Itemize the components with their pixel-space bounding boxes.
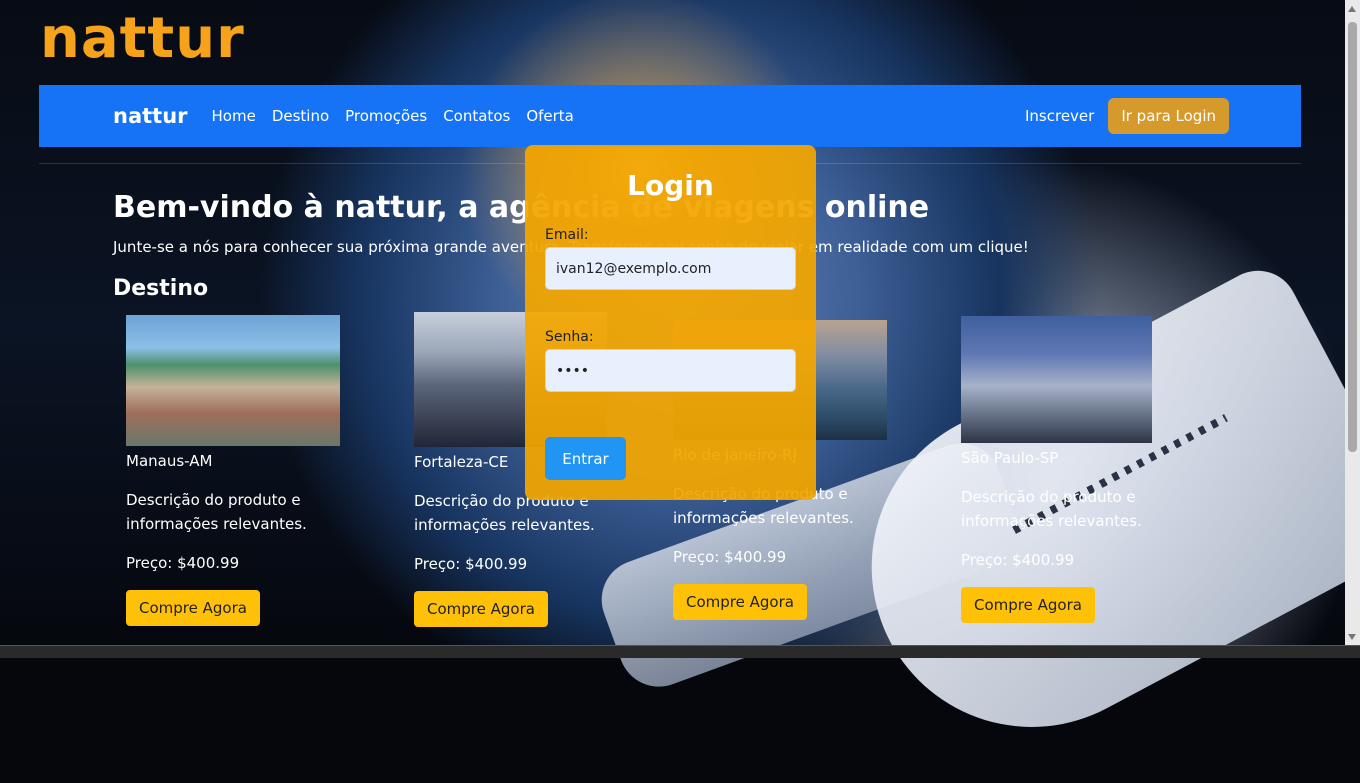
nav-link-contatos[interactable]: Contatos xyxy=(443,107,510,125)
navbar-brand[interactable]: nattur xyxy=(113,104,188,128)
destination-price: Preço: $400.99 xyxy=(961,551,1075,569)
nav-link-destino[interactable]: Destino xyxy=(272,107,329,125)
scrollbar-thumb[interactable] xyxy=(1348,22,1357,452)
nav-link-promocoes[interactable]: Promoções xyxy=(345,107,427,125)
destination-card-saopaulo: São Paulo-SP Descrição do produto e info… xyxy=(961,316,1161,623)
subscribe-link[interactable]: Inscrever xyxy=(1025,107,1094,125)
section-title-destino: Destino xyxy=(113,276,209,301)
destination-description: Descrição do produto e informações relev… xyxy=(961,488,1142,530)
buy-now-button[interactable]: Compre Agora xyxy=(126,590,260,626)
site-logo: nattur xyxy=(40,6,245,71)
buy-now-button[interactable]: Compre Agora xyxy=(961,587,1095,623)
navbar: nattur Home Destino Promoções Contatos O… xyxy=(39,85,1301,147)
scroll-down-arrow-icon[interactable] xyxy=(1348,634,1356,640)
nav-link-oferta[interactable]: Oferta xyxy=(526,107,574,125)
nav-link-home[interactable]: Home xyxy=(212,107,256,125)
email-label: Email: xyxy=(545,227,589,243)
buy-now-button[interactable]: Compre Agora xyxy=(414,591,548,627)
destination-price: Preço: $400.99 xyxy=(126,554,240,572)
login-panel: Login Email: Senha: Entrar xyxy=(525,145,816,500)
destination-name: Manaus-AM xyxy=(126,452,213,470)
destination-photo xyxy=(961,316,1152,443)
destination-description: Descrição do produto e informações relev… xyxy=(126,491,307,533)
destination-name: São Paulo-SP xyxy=(961,449,1059,467)
password-label: Senha: xyxy=(545,329,594,345)
destination-photo xyxy=(126,315,340,446)
login-title: Login xyxy=(627,169,714,202)
password-field[interactable] xyxy=(545,349,796,392)
go-to-login-button[interactable]: Ir para Login xyxy=(1108,98,1229,134)
email-field[interactable] xyxy=(545,247,796,290)
login-submit-button[interactable]: Entrar xyxy=(545,437,626,480)
destination-price: Preço: $400.99 xyxy=(414,555,528,573)
destination-card-manaus: Manaus-AM Descrição do produto e informa… xyxy=(126,315,340,626)
scroll-up-arrow-icon[interactable] xyxy=(1348,6,1356,12)
bottom-bar xyxy=(0,645,1360,658)
destination-price: Preço: $400.99 xyxy=(673,548,787,566)
buy-now-button[interactable]: Compre Agora xyxy=(673,584,807,620)
vertical-scrollbar[interactable] xyxy=(1345,0,1360,646)
navbar-right: Inscrever Ir para Login xyxy=(1025,98,1229,134)
